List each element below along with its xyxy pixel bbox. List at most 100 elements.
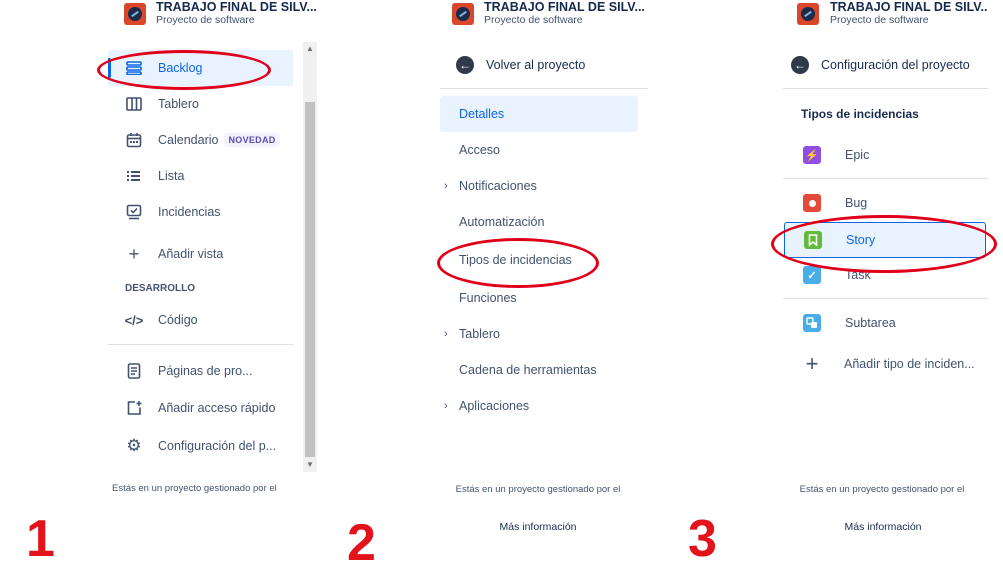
sidebar-item-label: Configuración del p... <box>158 439 277 453</box>
settings-item-label: Cadena de herramientas <box>459 363 597 377</box>
step-number: 2 <box>347 514 376 572</box>
gear-icon: ⚙ <box>126 436 142 455</box>
chevron-right-icon: › <box>444 400 448 412</box>
project-subtitle: Proyecto de software <box>830 14 929 26</box>
footer-line: equipo <box>783 497 981 498</box>
settings-item-acceso[interactable]: Acceso <box>459 132 500 168</box>
sidebar-item-label: Incidencias <box>158 205 221 219</box>
settings-item-label: Notificaciones <box>459 179 537 193</box>
back-link-label: Configuración del proyecto <box>821 58 970 72</box>
footer-text: Estás en un proyecto gestionado por el e… <box>783 482 981 498</box>
project-subtitle: Proyecto de software <box>156 14 255 26</box>
project-logo-icon <box>452 3 474 25</box>
highlight-circle-backlog <box>97 50 271 90</box>
settings-item-label: Funciones <box>459 291 517 305</box>
project-logo-icon <box>124 3 146 25</box>
settings-item-cadena-herramientas[interactable]: Cadena de herramientas <box>459 352 597 388</box>
step-number: 1 <box>26 510 55 568</box>
back-to-project-link[interactable]: ← Volver al proyecto <box>456 47 585 83</box>
project-title: TRABAJO FINAL DE SILV... <box>830 0 988 14</box>
new-badge: NOVEDAD <box>224 133 280 147</box>
footer-line: Estás en un proyecto gestionado por el <box>799 484 965 495</box>
divider <box>783 178 988 179</box>
divider <box>783 88 988 89</box>
settings-item-label: Automatización <box>459 215 545 229</box>
sidebar-item-calendario[interactable]: Calendario NOVEDAD <box>108 122 280 158</box>
back-to-settings-link[interactable]: ← Configuración del proyecto <box>791 47 970 83</box>
sidebar-item-label: Añadir vista <box>158 247 224 261</box>
project-header[interactable]: TRABAJO FINAL DE SILV... Proyecto de sof… <box>440 0 648 30</box>
project-title: TRABAJO FINAL DE SILV... <box>156 0 317 14</box>
settings-item-label: Acceso <box>459 143 500 157</box>
sidebar-item-add-view[interactable]: + Añadir vista <box>108 236 224 272</box>
settings-item-label: Detalles <box>459 107 505 121</box>
page-icon <box>124 361 144 381</box>
more-info-link[interactable]: Más información <box>440 521 636 533</box>
add-shortcut-icon <box>124 398 144 418</box>
sidebar-item-add-shortcut[interactable]: Añadir acceso rápido <box>108 390 275 426</box>
add-issue-type-button[interactable]: + Añadir tipo de inciden... <box>783 346 975 382</box>
settings-item-notificaciones[interactable]: › Notificaciones <box>444 168 537 204</box>
issue-types-heading: Tipos de incidencias <box>801 107 919 121</box>
issue-type-label: Bug <box>845 196 868 210</box>
divider <box>440 88 648 89</box>
arrow-left-icon: ← <box>456 56 474 74</box>
settings-item-detalles[interactable]: Detalles <box>459 96 504 132</box>
footer-line: equipo <box>440 497 636 498</box>
arrow-left-icon: ← <box>791 56 809 74</box>
project-header[interactable]: TRABAJO FINAL DE SILV... Proyecto de sof… <box>108 0 320 30</box>
sidebar-item-lista[interactable]: Lista <box>108 158 184 194</box>
section-label-development: DESARROLLO <box>125 283 195 294</box>
project-header[interactable]: TRABAJO FINAL DE SILV... Proyecto de sof… <box>783 0 988 30</box>
chevron-right-icon: › <box>444 180 448 192</box>
code-icon: </> <box>124 312 144 328</box>
issue-type-label: Subtarea <box>845 316 896 330</box>
footer-line: Estás en un proyecto gestionado por el <box>455 484 621 495</box>
scroll-down-arrow[interactable]: ▼ <box>306 460 314 469</box>
issue-type-subtarea[interactable]: Subtarea <box>783 305 896 341</box>
settings-item-tablero[interactable]: › Tablero <box>444 316 500 352</box>
sidebar-item-label: Código <box>158 313 198 327</box>
divider <box>783 298 988 299</box>
more-info-link[interactable]: Más información <box>783 521 983 533</box>
settings-item-aplicaciones[interactable]: › Aplicaciones <box>444 388 530 424</box>
back-link-label: Volver al proyecto <box>486 58 586 72</box>
sidebar-item-incidencias[interactable]: Incidencias <box>108 194 221 230</box>
settings-item-label: Aplicaciones <box>459 399 530 413</box>
add-issue-type-label: Añadir tipo de inciden... <box>844 357 975 371</box>
sidebar-item-tablero[interactable]: Tablero <box>108 86 199 122</box>
chevron-right-icon: › <box>444 328 448 340</box>
issue-type-label: Epic <box>845 148 870 162</box>
checkmark-icon: ✓ <box>803 266 821 284</box>
settings-item-automatizacion[interactable]: Automatización <box>459 204 544 240</box>
highlight-circle-story <box>771 215 997 273</box>
subtask-icon <box>803 314 821 332</box>
scrollbar[interactable]: ▲ ▼ <box>303 42 317 472</box>
sidebar-item-label: Añadir acceso rápido <box>158 401 276 415</box>
step-number: 3 <box>688 510 717 568</box>
calendar-icon <box>124 130 144 150</box>
sidebar-item-label: Tablero <box>158 97 199 111</box>
sidebar-item-label: Páginas de pro... <box>158 364 253 378</box>
settings-item-label: Tablero <box>459 327 500 341</box>
project-title: TRABAJO FINAL DE SILV... <box>484 0 645 14</box>
project-logo-icon <box>797 3 819 25</box>
footer-text: Estás en un proyecto gestionado por el e… <box>440 482 636 498</box>
divider <box>108 344 294 345</box>
highlight-circle-issue-types <box>437 238 599 288</box>
issues-icon <box>124 202 144 222</box>
list-icon <box>124 166 144 186</box>
bug-icon <box>803 194 821 212</box>
board-icon <box>124 94 144 114</box>
lightning-icon: ⚡ <box>803 146 821 164</box>
issue-type-epic[interactable]: ⚡ Epic <box>783 137 869 173</box>
sidebar-item-project-settings[interactable]: ⚙ Configuración del p... <box>108 428 276 464</box>
project-subtitle: Proyecto de software <box>484 14 583 26</box>
sidebar-item-label: Calendario <box>158 133 219 147</box>
sidebar-item-pages[interactable]: Páginas de pro... <box>108 353 253 389</box>
scroll-up-arrow[interactable]: ▲ <box>306 44 314 53</box>
plus-icon: + <box>805 351 819 376</box>
sidebar-item-codigo[interactable]: </> Código <box>108 302 198 338</box>
plus-icon: + <box>128 243 140 264</box>
scroll-thumb[interactable] <box>305 102 315 457</box>
